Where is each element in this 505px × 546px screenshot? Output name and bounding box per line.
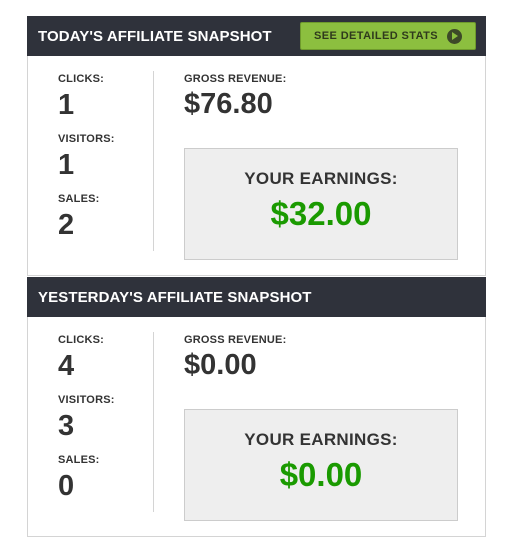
see-detailed-stats-button[interactable]: SEE DETAILED STATS (300, 22, 476, 50)
visitors-label: VISITORS: (58, 133, 115, 145)
today-visitors-stat: VISITORS: 1 (58, 133, 150, 193)
visitors-label: VISITORS: (58, 394, 115, 406)
today-snapshot-header: TODAY'S AFFILIATE SNAPSHOT SEE DETAILED … (27, 16, 486, 56)
gross-revenue-label: GROSS REVENUE: (184, 73, 287, 85)
yesterday-clicks-stat: CLICKS: 4 (58, 334, 150, 394)
earnings-label: YOUR EARNINGS: (244, 169, 398, 188)
gross-revenue-value: $76.80 (184, 88, 273, 120)
earnings-value: $32.00 (270, 195, 372, 232)
earnings-value: $0.00 (279, 456, 363, 493)
today-earnings-box: YOUR EARNINGS: $32.00 (184, 148, 458, 260)
play-icon (446, 28, 462, 44)
earnings-label: YOUR EARNINGS: (244, 430, 398, 449)
sales-value: 2 (58, 209, 75, 241)
yesterday-visitors-stat: VISITORS: 3 (58, 394, 150, 454)
visitors-value: 1 (58, 149, 75, 181)
clicks-value: 4 (58, 350, 75, 382)
sales-label: SALES: (58, 454, 100, 466)
yesterday-snapshot-title: YESTERDAY'S AFFILIATE SNAPSHOT (38, 288, 312, 306)
yesterday-snapshot-header: YESTERDAY'S AFFILIATE SNAPSHOT (27, 277, 486, 317)
yesterday-earnings-box: YOUR EARNINGS: $0.00 (184, 409, 458, 521)
today-stats-column: CLICKS: 1 VISITORS: 1 SALES: 2 (58, 73, 150, 253)
today-revenue-column: GROSS REVENUE: $76.80 (184, 73, 460, 121)
gross-revenue-label: GROSS REVENUE: (184, 334, 287, 346)
today-sales-stat: SALES: 2 (58, 193, 150, 253)
clicks-label: CLICKS: (58, 334, 105, 346)
yesterday-stats-column: CLICKS: 4 VISITORS: 3 SALES: 0 (58, 334, 150, 514)
today-clicks-stat: CLICKS: 1 (58, 73, 150, 133)
yesterday-revenue-column: GROSS REVENUE: $0.00 (184, 334, 460, 382)
yesterday-sales-stat: SALES: 0 (58, 454, 150, 514)
yesterday-snapshot-panel: YESTERDAY'S AFFILIATE SNAPSHOT CLICKS: 4… (27, 277, 486, 537)
column-divider (153, 332, 154, 512)
gross-revenue-value: $0.00 (184, 349, 257, 381)
sales-value: 0 (58, 470, 75, 502)
yesterday-snapshot-body: CLICKS: 4 VISITORS: 3 SALES: 0 GROSS REV… (28, 317, 485, 536)
today-snapshot-body: CLICKS: 1 VISITORS: 1 SALES: 2 GROSS REV… (28, 56, 485, 275)
see-detailed-stats-label: SEE DETAILED STATS (314, 30, 438, 42)
clicks-value: 1 (58, 89, 75, 121)
today-snapshot-panel: TODAY'S AFFILIATE SNAPSHOT SEE DETAILED … (27, 16, 486, 276)
column-divider (153, 71, 154, 251)
today-snapshot-title: TODAY'S AFFILIATE SNAPSHOT (38, 27, 272, 45)
sales-label: SALES: (58, 193, 100, 205)
clicks-label: CLICKS: (58, 73, 105, 85)
visitors-value: 3 (58, 410, 75, 442)
